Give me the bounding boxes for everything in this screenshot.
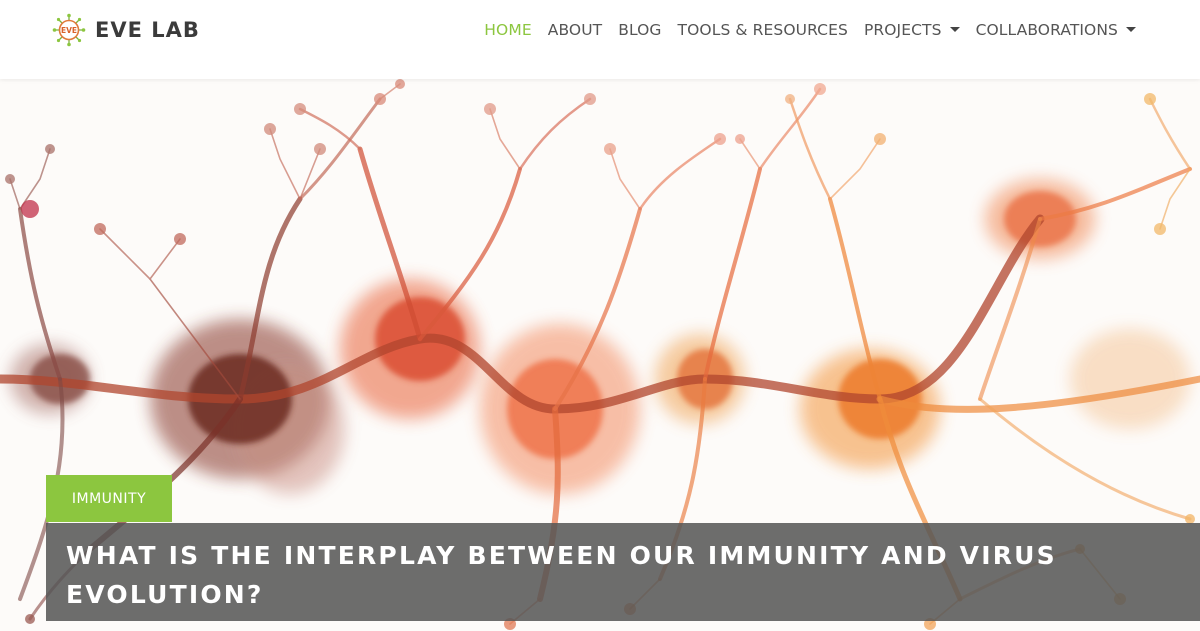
nav-projects-label: PROJECTS [863, 21, 942, 39]
nav-home-label: HOME [484, 21, 532, 39]
nav-tools-resources[interactable]: TOOLS & RESOURCES [678, 21, 848, 39]
caret-down-icon [1126, 26, 1136, 32]
nav-projects-dropdown[interactable]: PROJECTS [864, 21, 960, 39]
featured-post-hero: IMMUNITY WHAT IS THE INTERPLAY BETWEEN O… [0, 79, 1200, 631]
post-title-overlay: WHAT IS THE INTERPLAY BETWEEN OUR IMMUNI… [46, 523, 1200, 621]
post-title-link[interactable]: WHAT IS THE INTERPLAY BETWEEN OUR IMMUNI… [66, 536, 1180, 614]
main-nav: HOME ABOUT BLOG TOOLS & RESOURCES PROJEC… [468, 18, 1136, 42]
nav-about-label: ABOUT [547, 21, 603, 39]
logo-text: EVE [61, 26, 77, 35]
brand-home-link[interactable]: EVE EVE LAB [52, 12, 200, 48]
eve-logo-icon: EVE [52, 13, 86, 47]
nav-home[interactable]: HOME [484, 21, 531, 39]
nav-collaborations-dropdown[interactable]: COLLABORATIONS [976, 21, 1136, 39]
nav-blog[interactable]: BLOG [618, 21, 661, 39]
nav-collaborations-label: COLLABORATIONS [975, 21, 1118, 39]
nav-tools-resources-label: TOOLS & RESOURCES [677, 21, 848, 39]
brand-name: EVE LAB [95, 18, 200, 42]
category-badge[interactable]: IMMUNITY [46, 475, 172, 522]
nav-about[interactable]: ABOUT [548, 21, 602, 39]
caret-down-icon [949, 26, 960, 32]
top-navbar: EVE EVE LAB HOME ABOUT BLOG TOOLS & RESO… [0, 0, 1200, 79]
nav-blog-label: BLOG [618, 21, 662, 39]
